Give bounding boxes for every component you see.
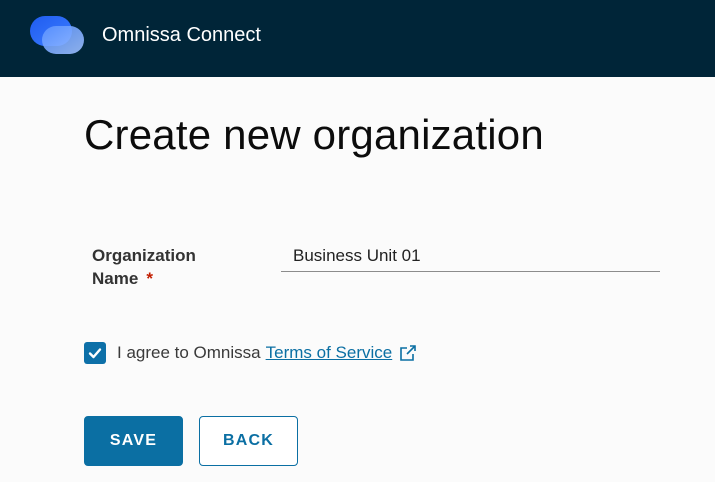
terms-agreement-row: I agree to Omnissa Terms of Service bbox=[84, 341, 418, 365]
save-button[interactable]: SAVE bbox=[84, 416, 183, 466]
terms-of-service-link[interactable]: Terms of Service bbox=[266, 343, 419, 363]
back-button[interactable]: BACK bbox=[199, 416, 298, 466]
app-title: Omnissa Connect bbox=[102, 24, 261, 46]
external-link-icon bbox=[400, 345, 417, 361]
agree-text: I agree to Omnissa bbox=[117, 343, 261, 362]
organization-name-label: Organization Name * bbox=[92, 244, 242, 290]
organization-name-input[interactable] bbox=[281, 240, 660, 272]
page-title: Create new organization bbox=[84, 111, 544, 158]
omnissa-logo-icon[interactable] bbox=[30, 16, 86, 56]
app-header: Omnissa Connect bbox=[0, 0, 715, 77]
organization-name-label-text: Organization Name bbox=[92, 246, 196, 288]
agree-checkbox[interactable] bbox=[84, 342, 106, 364]
required-indicator: * bbox=[146, 269, 153, 288]
terms-of-service-link-text: Terms of Service bbox=[265, 343, 393, 362]
checkmark-icon bbox=[88, 348, 102, 359]
